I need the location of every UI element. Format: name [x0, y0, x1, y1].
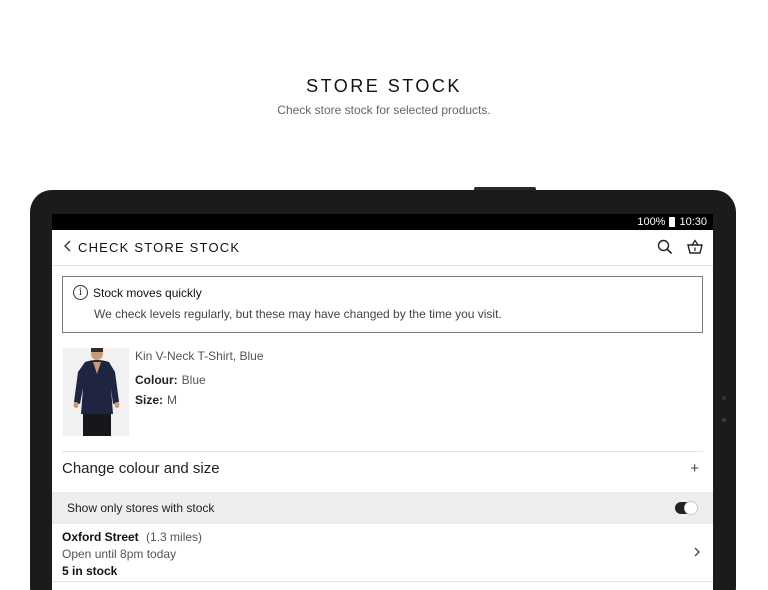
colour-label: Colour:: [135, 373, 178, 387]
store-stock-count: 5 in stock: [62, 564, 118, 578]
stock-filter-row: Show only stores with stock: [52, 492, 713, 524]
page-subtitle: Check store stock for selected products.: [277, 103, 491, 117]
notice-body: We check levels regularly, but these may…: [94, 307, 502, 321]
basket-icon[interactable]: [687, 239, 703, 255]
app-bar-title: CHECK STORE STOCK: [78, 240, 241, 255]
device-sensor: [722, 396, 726, 400]
device-camera: [722, 418, 726, 422]
page-title: STORE STOCK: [306, 76, 462, 96]
back-button[interactable]: [52, 239, 78, 257]
change-colour-size-label: Change colour and size: [62, 459, 220, 477]
store-row[interactable]: Oxford Street (1.3 miles) Open until 8pm…: [52, 524, 713, 582]
chevron-right-icon: [694, 547, 700, 557]
status-bar: 100% 10:30: [52, 214, 713, 230]
product-colour: Colour: Blue: [135, 373, 264, 387]
stock-notice: i Stock moves quickly We check levels re…: [62, 276, 703, 333]
chevron-left-icon: [64, 240, 71, 251]
stock-filter-label: Show only stores with stock: [67, 501, 215, 515]
app-bar: CHECK STORE STOCK: [52, 230, 713, 266]
store-hours: Open until 8pm today: [62, 547, 177, 561]
plus-icon: +: [690, 459, 699, 477]
battery-percent: 100%: [637, 216, 666, 228]
battery-icon: [669, 217, 676, 227]
search-icon[interactable]: [657, 239, 673, 255]
product-size: Size: M: [135, 393, 264, 407]
info-icon: i: [73, 285, 88, 300]
size-value: M: [167, 393, 178, 407]
colour-value: Blue: [181, 373, 206, 387]
stock-filter-toggle[interactable]: [675, 501, 698, 515]
change-colour-size-row[interactable]: Change colour and size +: [62, 451, 703, 484]
store-name: Oxford Street: [62, 530, 139, 544]
clock: 10:30: [679, 216, 707, 228]
size-label: Size:: [135, 393, 164, 407]
product-summary: Kin V-Neck T-Shirt, Blue Colour: Blue Siz…: [52, 348, 713, 436]
store-distance: (1.3 miles): [146, 530, 203, 544]
notice-title: Stock moves quickly: [93, 285, 202, 300]
toggle-knob: [684, 501, 698, 515]
app-screen: 100% 10:30 CHECK STORE STOCK i Stock mov: [52, 214, 713, 590]
product-name: Kin V-Neck T-Shirt, Blue: [135, 349, 264, 363]
product-image: [63, 348, 129, 436]
